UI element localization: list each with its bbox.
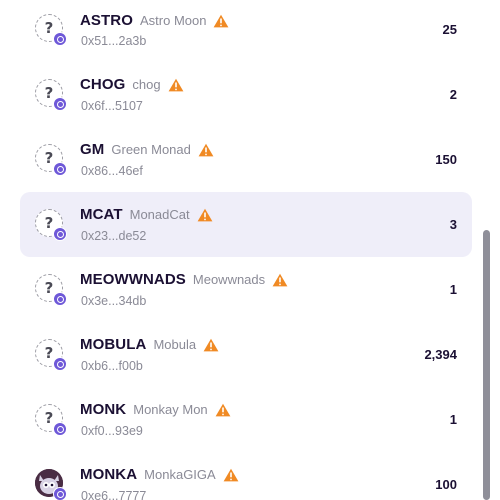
warning-icon xyxy=(214,14,229,27)
token-symbol: MEOWWNADS xyxy=(80,271,186,288)
unknown-token-icon: ? xyxy=(35,79,67,111)
unknown-token-icon: ? xyxy=(35,274,67,306)
warning-icon xyxy=(197,208,213,221)
token-name: MonadCat xyxy=(129,207,190,222)
token-row[interactable]: ? CHOG chog 0x6f...5107 2 xyxy=(20,62,472,127)
token-row[interactable]: ? MONK Monkay Mon 0xf0...93e9 1 xyxy=(20,387,472,452)
token-name: Meowwnads xyxy=(192,272,266,287)
monad-chain-badge-icon xyxy=(53,227,67,241)
monad-chain-badge-icon xyxy=(53,292,67,306)
monka-token-icon xyxy=(35,469,67,500)
token-address: 0xb6...f00b xyxy=(81,359,143,373)
token-row[interactable]: MONKA MonkaGIGA 0xe6...7777 100 xyxy=(20,452,472,500)
token-balance: 25 xyxy=(442,22,457,37)
token-symbol: MONKA xyxy=(80,466,138,483)
monad-chain-badge-icon xyxy=(53,357,67,371)
unknown-token-icon: ? xyxy=(35,339,67,371)
token-balance: 1 xyxy=(449,282,457,297)
unknown-token-icon: ? xyxy=(35,209,67,241)
warning-icon xyxy=(223,468,239,481)
monad-chain-badge-icon xyxy=(53,162,67,176)
warning-icon xyxy=(215,403,231,416)
token-row[interactable]: ? MOBULA Mobula 0xb6...f00b 2,394 xyxy=(20,322,472,387)
monad-chain-badge-icon xyxy=(53,487,67,500)
token-symbol: ASTRO xyxy=(80,12,133,29)
token-address: 0x23...de52 xyxy=(81,229,147,243)
token-balance: 2 xyxy=(449,87,457,102)
token-row[interactable]: ? ASTRO Astro Moon 0x51...2a3b 25 xyxy=(20,0,472,62)
token-symbol: MONK xyxy=(80,401,127,418)
warning-icon xyxy=(168,78,184,91)
token-row[interactable]: ? GM Green Monad 0x86...46ef 150 xyxy=(20,127,472,192)
token-row-selected[interactable]: ? MCAT MonadCat 0x23...de52 3 xyxy=(20,192,472,257)
token-name: Astro Moon xyxy=(140,13,207,28)
scrollbar-thumb[interactable] xyxy=(483,230,490,500)
token-symbol: MCAT xyxy=(80,206,123,223)
unknown-token-icon: ? xyxy=(35,144,67,176)
unknown-token-icon: ? xyxy=(35,14,67,46)
monad-chain-badge-icon xyxy=(53,97,67,111)
warning-icon xyxy=(272,273,288,286)
token-balance: 100 xyxy=(435,477,457,492)
monad-chain-badge-icon xyxy=(53,422,67,436)
token-name: MonkaGIGA xyxy=(144,467,216,482)
token-balance: 150 xyxy=(435,152,457,167)
token-row[interactable]: ? MEOWWNADS Meowwnads 0x3e...34db 1 xyxy=(20,257,472,322)
token-balance: 1 xyxy=(449,412,457,427)
token-balance: 3 xyxy=(449,217,457,232)
token-address: 0x86...46ef xyxy=(81,164,143,178)
warning-icon xyxy=(203,338,219,351)
token-address: 0x6f...5107 xyxy=(81,99,143,113)
token-list: ? ASTRO Astro Moon 0x51...2a3b 25 ? CHOG c… xyxy=(20,0,472,500)
token-address: 0xe6...7777 xyxy=(81,489,147,500)
token-name: Monkay Mon xyxy=(133,402,208,417)
token-list-panel: ? ASTRO Astro Moon 0x51...2a3b 25 ? CHOG c… xyxy=(0,0,500,500)
token-balance: 2,394 xyxy=(424,347,457,362)
token-symbol: MOBULA xyxy=(80,336,147,353)
token-address: 0x51...2a3b xyxy=(81,34,147,48)
monad-chain-badge-icon xyxy=(53,32,67,46)
token-address: 0x3e...34db xyxy=(81,294,147,308)
token-address: 0xf0...93e9 xyxy=(81,424,143,438)
token-name: Mobula xyxy=(153,337,197,352)
unknown-token-icon: ? xyxy=(35,404,67,436)
warning-icon xyxy=(198,143,214,156)
token-symbol: GM xyxy=(80,141,105,158)
token-symbol: CHOG xyxy=(80,76,126,93)
token-name: chog xyxy=(132,77,161,92)
token-name: Green Monad xyxy=(111,142,191,157)
